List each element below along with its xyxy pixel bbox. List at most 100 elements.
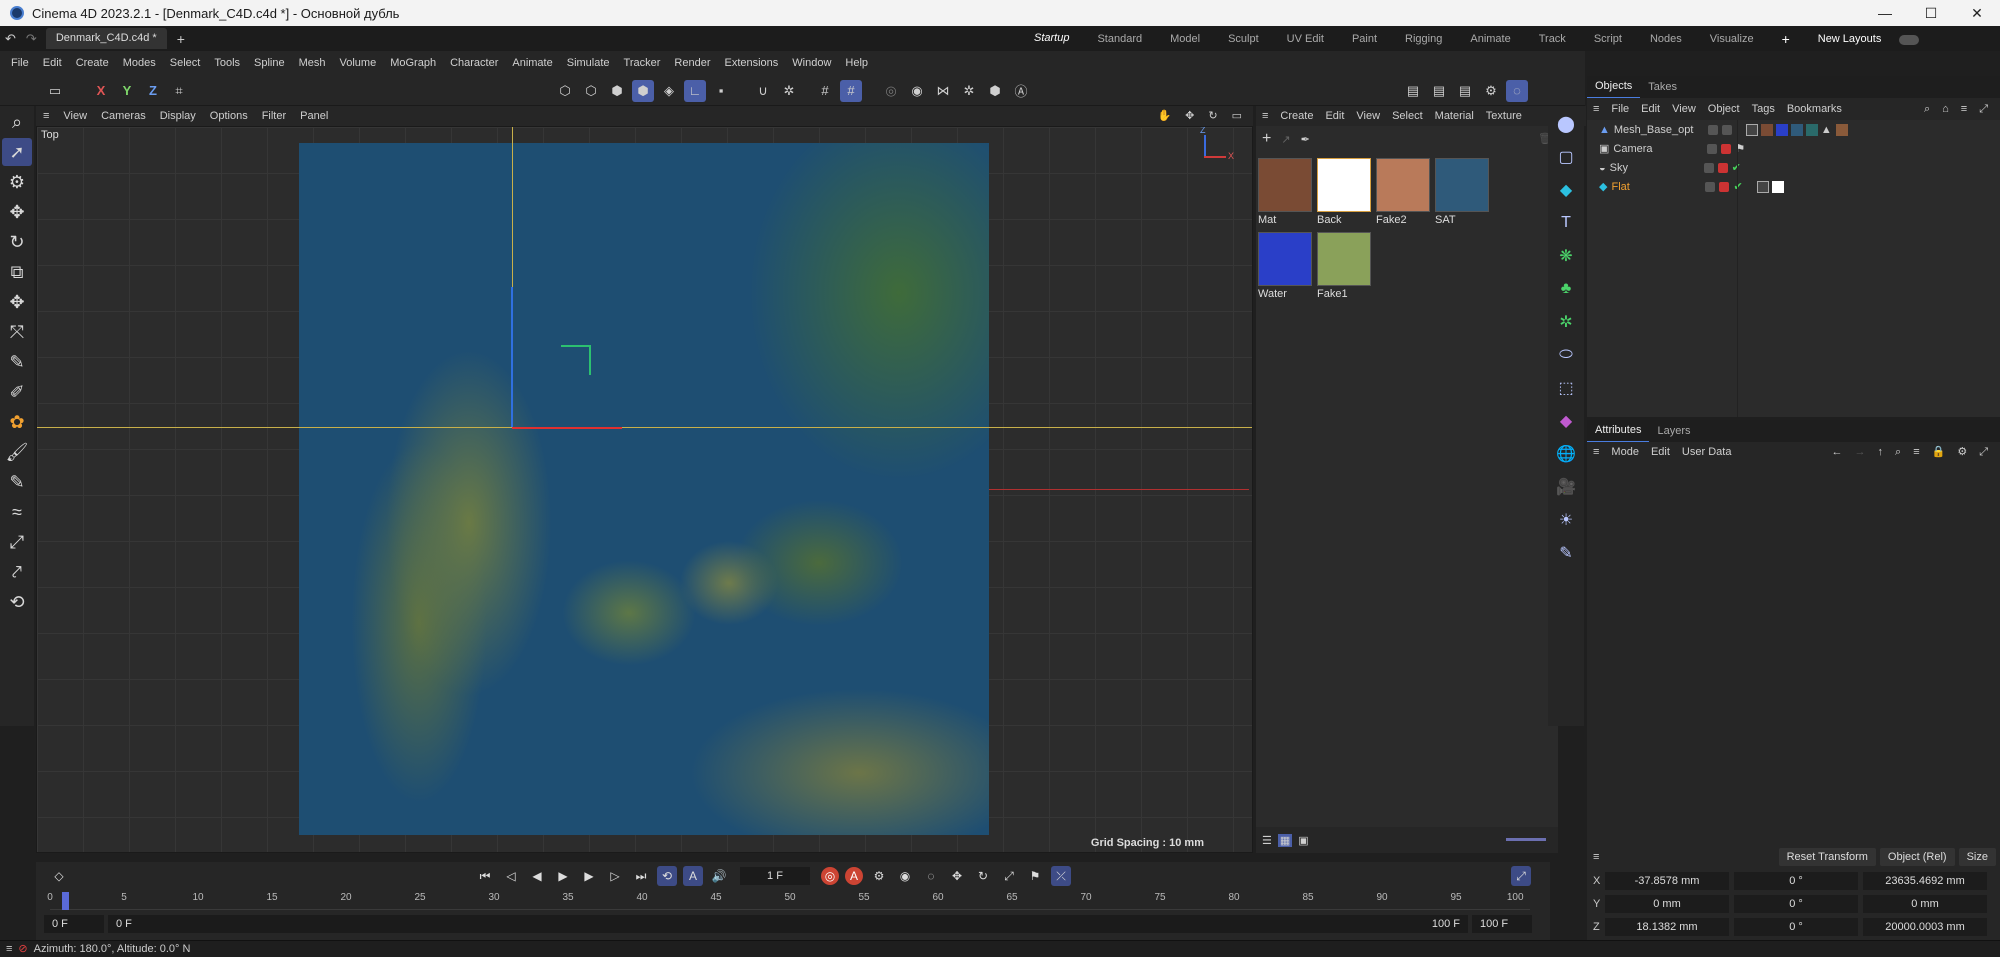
- loop-icon[interactable]: ⟲: [657, 866, 677, 886]
- position-z-field[interactable]: 18.1382 mm: [1605, 917, 1729, 936]
- naming-tool-icon[interactable]: Ⓐ: [1010, 80, 1032, 102]
- symmetry-icon[interactable]: ⋈: [932, 80, 954, 102]
- size-y-field[interactable]: 0 mm: [1863, 894, 1987, 913]
- attribute-filter-icon[interactable]: ≡: [1907, 442, 1925, 462]
- position-y-field[interactable]: 0 mm: [1605, 894, 1729, 913]
- size-mode-dropdown[interactable]: Size: [1958, 848, 1996, 866]
- go-to-start-icon[interactable]: ⏮: [475, 866, 495, 886]
- coordinates-menu-icon[interactable]: ≡: [1587, 851, 1599, 863]
- effector-icon[interactable]: ✲: [1551, 307, 1581, 337]
- extrude-tool-icon[interactable]: ⤢: [2, 528, 32, 556]
- current-frame-field[interactable]: 1 F: [740, 867, 810, 885]
- texture-mode-icon[interactable]: ▪: [710, 80, 732, 102]
- layout-tab-nodes[interactable]: Nodes: [1636, 27, 1696, 52]
- model-mode-icon[interactable]: ⬢: [632, 79, 654, 102]
- environment-icon[interactable]: 🌐: [1551, 439, 1581, 469]
- sound-icon[interactable]: 🔊: [709, 866, 729, 886]
- material-menu-create[interactable]: Create: [1274, 106, 1319, 126]
- rotation-key-icon[interactable]: ↻: [973, 866, 993, 886]
- snap-settings-icon[interactable]: ✲: [778, 80, 800, 102]
- rotate-tool-icon[interactable]: ↻: [2, 228, 32, 256]
- workplane-icon[interactable]: #: [814, 80, 836, 102]
- viewport-menu-cameras[interactable]: Cameras: [94, 106, 153, 126]
- autokey-icon[interactable]: A: [845, 867, 863, 885]
- object-row[interactable]: ◒ Sky ✔: [1587, 158, 2000, 177]
- layout-tab-sculpt[interactable]: Sculpt: [1214, 27, 1273, 52]
- object-row[interactable]: ◆ Flat ✔: [1587, 177, 2000, 196]
- tag-icons[interactable]: ▲: [1745, 123, 1848, 136]
- add-layout-button[interactable]: +: [1768, 27, 1804, 52]
- brush-icon[interactable]: 🖌: [2, 438, 32, 466]
- pan-view-icon[interactable]: ✋: [1150, 106, 1178, 126]
- back-arrow-icon[interactable]: ←: [1826, 442, 1849, 462]
- attribute-menu-user-data[interactable]: User Data: [1676, 442, 1738, 462]
- attribute-expand-icon[interactable]: ⤢: [1973, 442, 1994, 462]
- material-menu-icon[interactable]: ≡: [1256, 106, 1274, 126]
- document-tab[interactable]: Denmark_C4D.c4d *: [45, 28, 167, 49]
- enabled-check-icon[interactable]: ✔: [1733, 180, 1742, 193]
- camera-icon[interactable]: 🎥: [1551, 472, 1581, 502]
- rotation-p-field[interactable]: 0 °: [1734, 894, 1858, 913]
- end-frame-field[interactable]: 100 F: [1472, 915, 1532, 933]
- menu-tracker[interactable]: Tracker: [617, 51, 668, 76]
- material-item[interactable]: SAT: [1435, 158, 1491, 226]
- object-row[interactable]: ▲ Mesh_Base_opt ▲: [1587, 120, 2000, 139]
- timeline-ruler[interactable]: 0 5 10 15 20 25 30 35 40 45 50 55 60 65 …: [47, 892, 1530, 910]
- timeline-expand-icon[interactable]: ⤢: [1511, 866, 1531, 886]
- visibility-toggle[interactable]: [1705, 181, 1716, 192]
- go-to-end-icon[interactable]: ⏭: [631, 866, 651, 886]
- material-size-slider[interactable]: [1506, 838, 1546, 841]
- search-icon[interactable]: ⌕: [1918, 98, 1936, 120]
- material-item[interactable]: Water: [1258, 232, 1314, 300]
- range-slider[interactable]: 0 F 100 F: [108, 915, 1468, 933]
- object-menu-edit[interactable]: Edit: [1635, 98, 1666, 120]
- layout-toggle[interactable]: [1899, 34, 1920, 45]
- cloner-icon[interactable]: ♣: [1551, 274, 1581, 304]
- pen-icon[interactable]: ✎: [1551, 538, 1581, 568]
- tab-takes[interactable]: Takes: [1640, 76, 1685, 98]
- maximize-view-icon[interactable]: ▭: [1225, 106, 1249, 126]
- field-icon[interactable]: ⬚: [1551, 373, 1581, 403]
- keyframe-icon[interactable]: ◇: [49, 866, 69, 886]
- position-x-field[interactable]: -37.8578 mm: [1605, 871, 1729, 890]
- render-toggle[interactable]: [1721, 143, 1732, 154]
- loop-tool-icon[interactable]: ⟲: [2, 588, 32, 616]
- points-mode-icon[interactable]: ⬡: [554, 80, 576, 102]
- maximize-button[interactable]: ☐: [1908, 0, 1954, 26]
- record-icon[interactable]: ◎: [821, 867, 839, 885]
- render-toggle[interactable]: [1721, 124, 1732, 135]
- size-x-field[interactable]: 23635.4692 mm: [1863, 871, 1987, 890]
- menu-help[interactable]: Help: [838, 51, 875, 76]
- selection-settings-icon[interactable]: ⚙: [2, 168, 32, 196]
- denmark-satellite-plane[interactable]: [299, 143, 989, 835]
- layout-tab-standard[interactable]: Standard: [1083, 27, 1156, 52]
- coordinate-system-icon[interactable]: ⌗: [168, 80, 190, 102]
- material-item[interactable]: Fake1: [1317, 232, 1373, 300]
- attribute-menu-icon[interactable]: ≡: [1587, 442, 1605, 462]
- zoom-search-icon[interactable]: ⌕: [2, 108, 32, 136]
- lock-icon[interactable]: 🔒: [1926, 442, 1952, 462]
- grid-snap-icon[interactable]: #: [840, 79, 862, 102]
- render-view-icon[interactable]: ▤: [1428, 80, 1450, 102]
- render-toggle[interactable]: [1717, 162, 1728, 173]
- render-to-picture-viewer-icon[interactable]: ▤: [1454, 80, 1476, 102]
- polygons-mode-icon[interactable]: ⬢: [606, 80, 628, 102]
- layout-tab-script[interactable]: Script: [1580, 27, 1636, 52]
- light-icon[interactable]: ☀: [1551, 505, 1581, 535]
- attribute-settings-icon[interactable]: ⚙: [1951, 442, 1973, 462]
- axis-mode-icon[interactable]: ∟: [684, 79, 706, 102]
- locked-workplane-icon[interactable]: ◉: [906, 80, 928, 102]
- parameter-key-icon[interactable]: ⚑: [1025, 866, 1045, 886]
- tab-objects[interactable]: Objects: [1587, 75, 1641, 99]
- viewport-menu-options[interactable]: Options: [203, 106, 255, 126]
- attribute-menu-mode[interactable]: Mode: [1605, 442, 1645, 462]
- filter-icon[interactable]: ≡: [1955, 98, 1973, 120]
- material-tag-icon[interactable]: [1756, 180, 1784, 193]
- undo-icon[interactable]: ↶: [0, 31, 21, 47]
- z-axis-lock-button[interactable]: Z: [142, 80, 164, 102]
- scene-icon[interactable]: ◆: [1551, 406, 1581, 436]
- material-menu-select[interactable]: Select: [1386, 106, 1429, 126]
- viewport-menu-icon[interactable]: ≡: [36, 106, 56, 126]
- scale-key-icon[interactable]: ⤢: [999, 866, 1019, 886]
- render-toggle[interactable]: [1719, 181, 1730, 192]
